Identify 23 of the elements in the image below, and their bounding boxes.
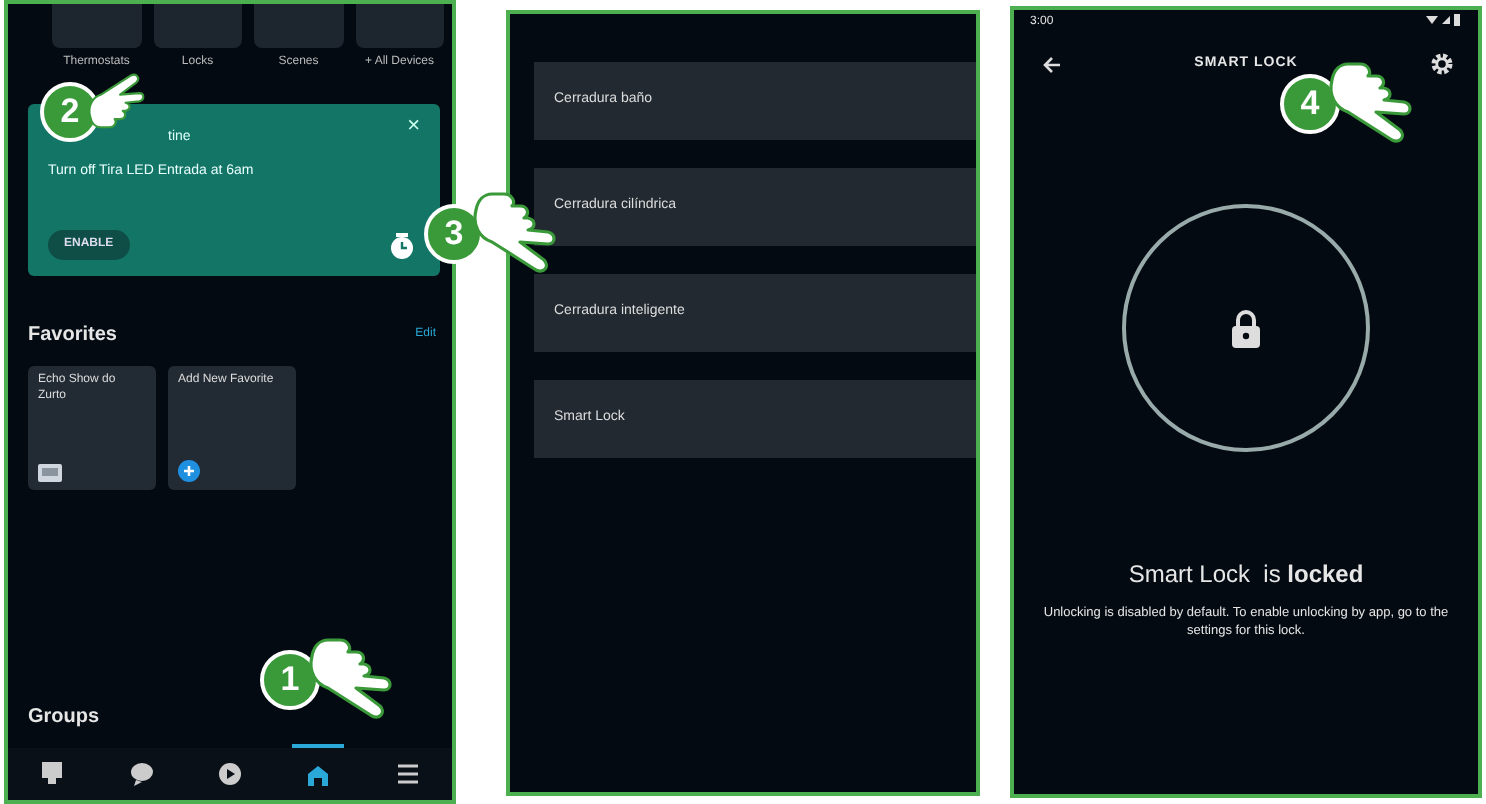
- lock-status: Smart Lock is locked: [1126, 558, 1366, 592]
- settings-button[interactable]: [1429, 52, 1454, 76]
- alarm-clock-icon: [388, 232, 416, 260]
- menu-icon: [393, 759, 422, 788]
- device-tile[interactable]: [52, 4, 141, 48]
- screen-icon: [38, 759, 67, 788]
- padlock-icon: [1230, 308, 1262, 348]
- play-icon: [215, 759, 244, 788]
- pointing-hand-icon: [304, 636, 396, 724]
- section-title: Favorites: [28, 322, 117, 350]
- house-icon: [304, 761, 333, 790]
- add-icon: [178, 460, 200, 482]
- device-tile[interactable]: [254, 4, 343, 48]
- close-button[interactable]: ×: [407, 116, 420, 138]
- chat-bubble-icon: [127, 759, 156, 788]
- device-icon: [38, 464, 62, 482]
- section-title: Groups: [26, 704, 102, 732]
- pointing-hand-icon: [84, 70, 148, 130]
- status-icons: [1426, 14, 1462, 26]
- pointing-hand-icon: [1324, 60, 1416, 148]
- device-tile[interactable]: [355, 4, 444, 48]
- back-button[interactable]: [1042, 55, 1062, 73]
- device-tile[interactable]: [153, 4, 242, 48]
